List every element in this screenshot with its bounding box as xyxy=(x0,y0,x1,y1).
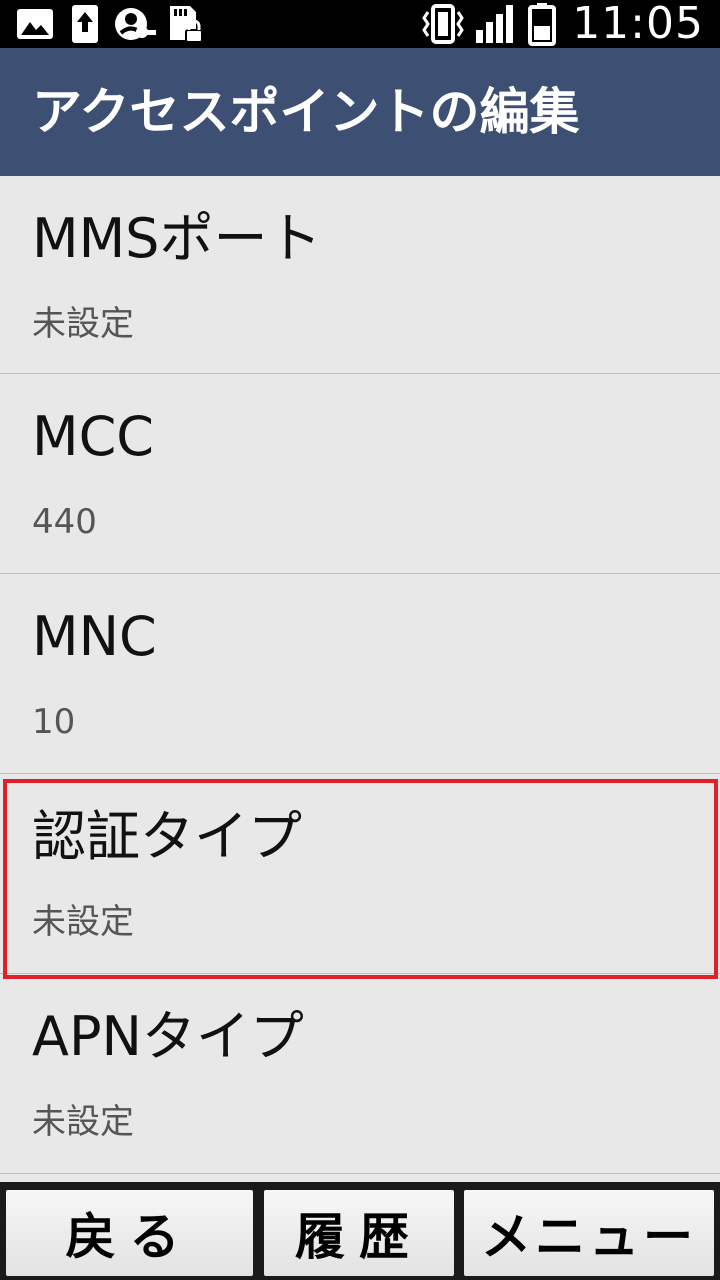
setting-value: 440 xyxy=(32,502,97,542)
app-bar: アクセスポイントの編集 xyxy=(0,48,720,176)
bottom-bar: 戻る 履歴 メニュー xyxy=(0,1182,720,1280)
back-button[interactable]: 戻る xyxy=(6,1190,253,1276)
setting-mcc[interactable]: MCC 440 xyxy=(0,374,720,574)
setting-value: 10 xyxy=(32,702,76,742)
setting-title: MMSポート xyxy=(32,207,322,270)
setting-title: MNC xyxy=(32,605,157,668)
setting-title: APNタイプ xyxy=(32,1005,304,1068)
setting-value: 未設定 xyxy=(32,304,134,344)
signal-icon xyxy=(476,5,513,43)
sd-card-locked-icon xyxy=(170,6,203,43)
setting-apn-type[interactable]: APNタイプ 未設定 xyxy=(0,974,720,1174)
history-button[interactable]: 履歴 xyxy=(264,1190,454,1276)
setting-auth-type[interactable]: 認証タイプ 未設定 xyxy=(0,774,720,974)
status-time: 11:05 xyxy=(572,0,704,49)
setting-title: MCC xyxy=(32,405,155,468)
setting-title: 認証タイプ xyxy=(32,805,302,868)
settings-list[interactable]: MMSポート 未設定 MCC 440 MNC 10 認証タイプ 未設定 APNタ… xyxy=(0,176,720,1182)
setting-value: 未設定 xyxy=(32,1102,134,1142)
upload-icon xyxy=(72,5,98,43)
setting-mms-port[interactable]: MMSポート 未設定 xyxy=(0,176,720,374)
setting-value: 未設定 xyxy=(32,902,134,942)
menu-button[interactable]: メニュー xyxy=(464,1190,714,1276)
battery-icon xyxy=(528,3,556,46)
status-bar: 11:05 xyxy=(0,0,720,48)
gallery-icon xyxy=(17,9,53,39)
setting-mnc[interactable]: MNC 10 xyxy=(0,574,720,774)
vibrate-icon xyxy=(422,4,464,44)
page-title: アクセスポイントの編集 xyxy=(32,83,580,141)
account-key-icon xyxy=(115,8,156,40)
